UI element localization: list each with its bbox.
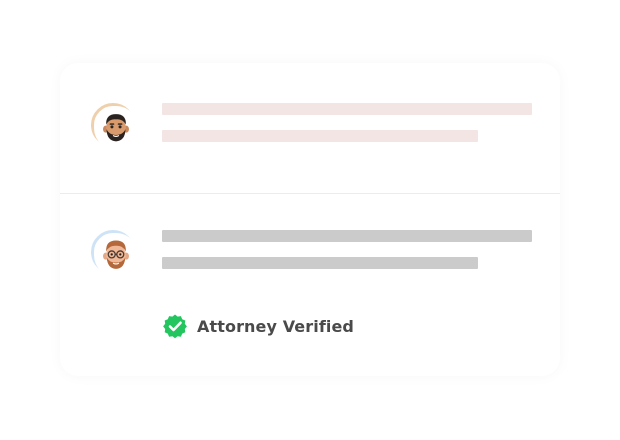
verified-check-badge-icon [163, 314, 187, 339]
avatar-glasses-man-icon [91, 230, 138, 277]
badge-label: Attorney Verified [197, 316, 354, 336]
comment-text-placeholder-line [162, 230, 532, 242]
comment-text-placeholder-line [162, 130, 478, 142]
divider [60, 193, 560, 194]
avatar-bearded-man-icon [91, 103, 138, 150]
page: Attorney Verified [0, 0, 620, 440]
comment-card: Attorney Verified [60, 63, 560, 376]
comment-text-placeholder-line [162, 103, 532, 115]
attorney-verified-badge: Attorney Verified [162, 313, 354, 339]
comment-text-placeholder-line [162, 257, 478, 269]
